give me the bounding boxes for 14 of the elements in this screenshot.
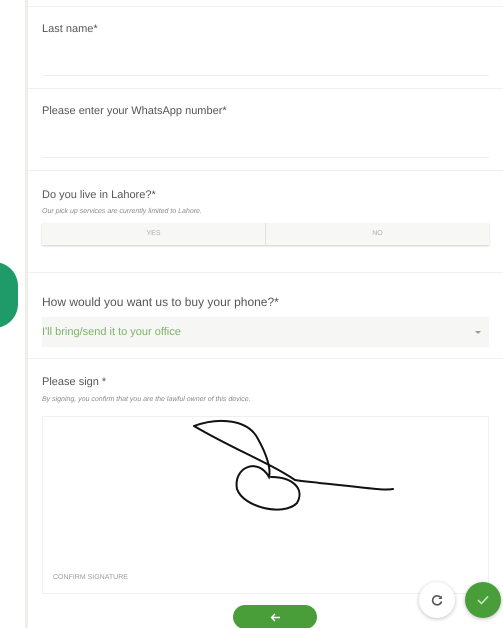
select-value: I'll bring/send it to your office: [42, 324, 181, 340]
back-arrow-icon: [270, 612, 280, 622]
check-icon: [477, 595, 489, 605]
dropdown-caret-icon: [475, 330, 481, 334]
field-label: Do you live in Lahore?*: [42, 188, 157, 203]
confirm-button[interactable]: [465, 582, 501, 618]
field-label: Please sign *: [42, 375, 108, 390]
select-field[interactable]: I'll bring/send it to your office: [42, 317, 489, 347]
back-button[interactable]: [233, 605, 317, 628]
field-label: How would you want us to buy your phone?*: [42, 294, 280, 311]
reset-button[interactable]: [419, 582, 455, 618]
field-label: Please enter your WhatsApp number*: [42, 104, 228, 119]
field-label: Last name*: [42, 22, 99, 37]
refresh-icon: [431, 594, 443, 606]
